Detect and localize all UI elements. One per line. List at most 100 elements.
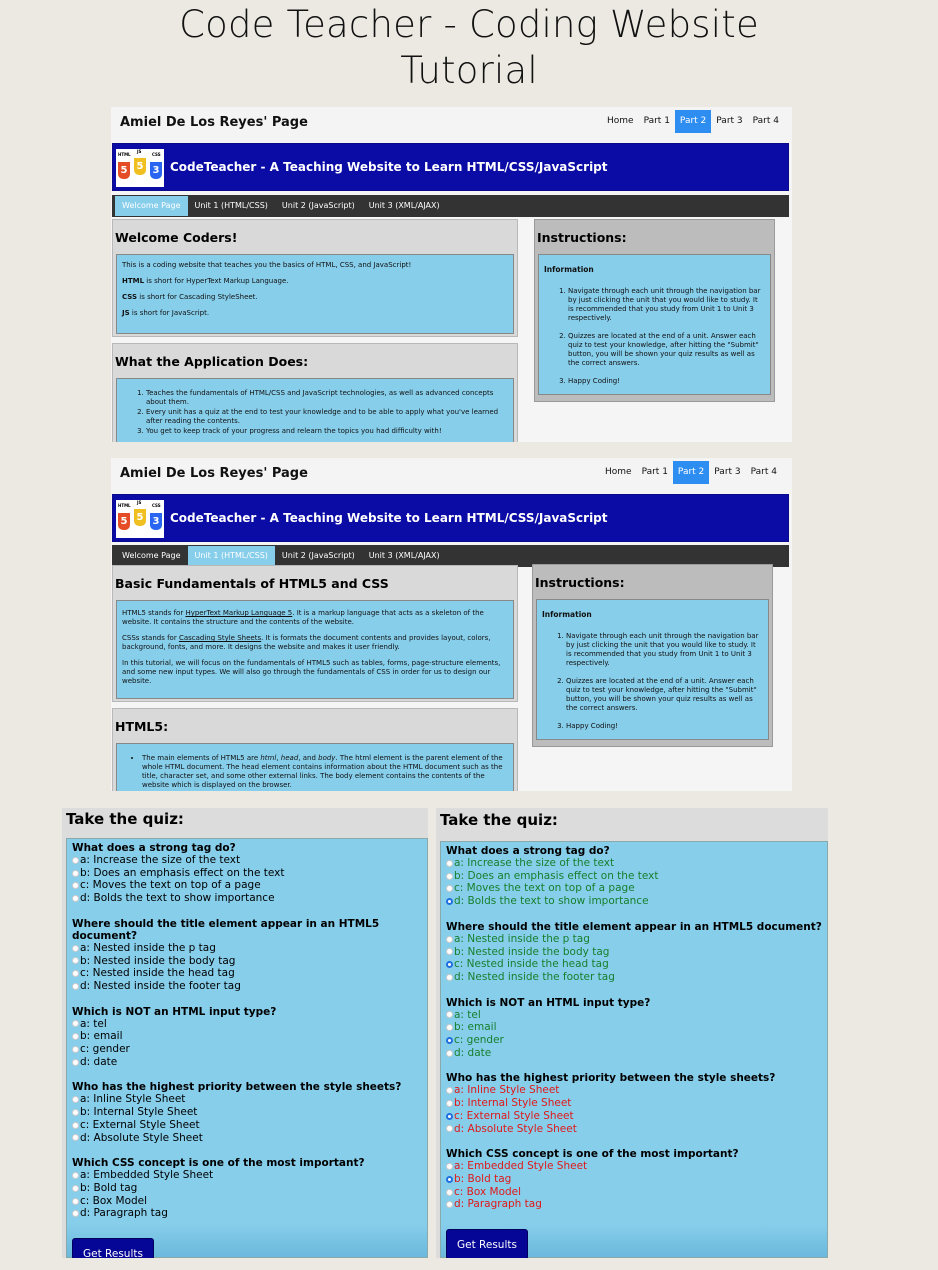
radio-button[interactable] bbox=[446, 897, 453, 905]
answer-option[interactable]: a: Increase the size of the text bbox=[72, 854, 422, 867]
radio-button[interactable] bbox=[446, 948, 453, 956]
tab-unit-2[interactable]: Unit 2 (JavaScript) bbox=[275, 546, 362, 566]
radio-button[interactable] bbox=[446, 859, 453, 867]
nav-part-2[interactable]: Part 2 bbox=[672, 461, 710, 484]
answer-option[interactable]: c: gender bbox=[446, 1034, 822, 1047]
nav-part-4[interactable]: Part 4 bbox=[746, 461, 782, 484]
radio-button[interactable] bbox=[446, 1112, 453, 1120]
radio-button[interactable] bbox=[72, 894, 79, 902]
answer-option[interactable]: b: Bold tag bbox=[446, 1173, 822, 1186]
radio-button[interactable] bbox=[446, 1188, 453, 1196]
radio-button[interactable] bbox=[72, 1058, 79, 1066]
radio-button[interactable] bbox=[446, 1099, 453, 1107]
answer-option[interactable]: c: Box Model bbox=[446, 1186, 822, 1199]
answer-option[interactable]: a: Inline Style Sheet bbox=[72, 1093, 422, 1106]
tab-welcome-page[interactable]: Welcome Page bbox=[115, 196, 188, 216]
radio-button[interactable] bbox=[72, 1184, 79, 1192]
nav-part-3[interactable]: Part 3 bbox=[709, 461, 745, 484]
radio-button[interactable] bbox=[446, 885, 453, 893]
radio-button[interactable] bbox=[72, 982, 79, 990]
answer-option[interactable]: a: tel bbox=[446, 1009, 822, 1022]
radio-button[interactable] bbox=[446, 1125, 453, 1133]
answer-option[interactable]: a: Increase the size of the text bbox=[446, 857, 822, 870]
radio-button[interactable] bbox=[72, 970, 79, 978]
tab-welcome-page[interactable]: Welcome Page bbox=[115, 546, 188, 566]
tab-unit-1[interactable]: Unit 1 (HTML/CSS) bbox=[187, 546, 275, 566]
radio-button[interactable] bbox=[72, 1033, 79, 1041]
radio-button[interactable] bbox=[446, 1036, 453, 1044]
answer-option[interactable]: a: Embedded Style Sheet bbox=[72, 1169, 422, 1182]
answer-option[interactable]: a: Nested inside the p tag bbox=[72, 942, 422, 955]
answer-option[interactable]: c: gender bbox=[72, 1043, 422, 1056]
radio-button[interactable] bbox=[72, 882, 79, 890]
radio-button[interactable] bbox=[446, 1175, 453, 1183]
answer-option[interactable]: d: Paragraph tag bbox=[72, 1207, 422, 1220]
radio-button[interactable] bbox=[446, 935, 453, 943]
answer-option[interactable]: a: Embedded Style Sheet bbox=[446, 1160, 822, 1173]
get-results-button[interactable]: Get Results bbox=[72, 1238, 154, 1258]
radio-button[interactable] bbox=[72, 869, 79, 877]
answer-option[interactable]: b: Bold tag bbox=[72, 1182, 422, 1195]
radio-button[interactable] bbox=[72, 1210, 79, 1218]
radio-button[interactable] bbox=[446, 1163, 453, 1171]
nav-part-2[interactable]: Part 2 bbox=[674, 110, 712, 133]
answer-option[interactable]: c: Nested inside the head tag bbox=[72, 967, 422, 980]
radio-button[interactable] bbox=[446, 1024, 453, 1032]
html5-link[interactable]: HyperText Markup Language 5 bbox=[185, 609, 292, 617]
answer-option[interactable]: c: Nested inside the head tag bbox=[446, 958, 822, 971]
answer-option[interactable]: d: Nested inside the footer tag bbox=[446, 971, 822, 984]
radio-button[interactable] bbox=[72, 944, 79, 952]
answer-option[interactable]: a: tel bbox=[72, 1018, 422, 1031]
radio-button[interactable] bbox=[72, 1096, 79, 1104]
radio-button[interactable] bbox=[72, 856, 79, 864]
radio-button[interactable] bbox=[446, 961, 453, 969]
radio-button[interactable] bbox=[446, 973, 453, 981]
nav-part-4[interactable]: Part 4 bbox=[748, 110, 784, 133]
radio-button[interactable] bbox=[446, 1049, 453, 1057]
answer-option[interactable]: d: date bbox=[446, 1047, 822, 1060]
css-link[interactable]: Cascading Style Sheets bbox=[179, 634, 261, 642]
nav-part-1[interactable]: Part 1 bbox=[639, 110, 675, 133]
answer-option[interactable]: c: External Style Sheet bbox=[446, 1110, 822, 1123]
answer-option[interactable]: b: Does an emphasis effect on the text bbox=[72, 867, 422, 880]
radio-button[interactable] bbox=[72, 1020, 79, 1028]
answer-option[interactable]: d: date bbox=[72, 1056, 422, 1069]
radio-button[interactable] bbox=[72, 1134, 79, 1142]
tab-unit-3[interactable]: Unit 3 (XML/AJAX) bbox=[362, 196, 447, 216]
answer-option[interactable]: b: email bbox=[446, 1021, 822, 1034]
answer-option[interactable]: b: Does an emphasis effect on the text bbox=[446, 870, 822, 883]
radio-button[interactable] bbox=[72, 1121, 79, 1129]
radio-button[interactable] bbox=[72, 1045, 79, 1053]
tab-unit-2[interactable]: Unit 2 (JavaScript) bbox=[275, 196, 362, 216]
answer-option[interactable]: d: Nested inside the footer tag bbox=[72, 980, 422, 993]
answer-option[interactable]: d: Bolds the text to show importance bbox=[72, 892, 422, 905]
nav-home[interactable]: Home bbox=[602, 110, 639, 133]
radio-button[interactable] bbox=[446, 1087, 453, 1095]
answer-option[interactable]: c: External Style Sheet bbox=[72, 1119, 422, 1132]
radio-button[interactable] bbox=[72, 1108, 79, 1116]
answer-option[interactable]: a: Inline Style Sheet bbox=[446, 1084, 822, 1097]
answer-option[interactable]: d: Absolute Style Sheet bbox=[72, 1132, 422, 1145]
answer-option[interactable]: b: Internal Style Sheet bbox=[446, 1097, 822, 1110]
answer-option[interactable]: c: Moves the text on top of a page bbox=[446, 882, 822, 895]
radio-button[interactable] bbox=[446, 872, 453, 880]
answer-option[interactable]: b: email bbox=[72, 1030, 422, 1043]
answer-option[interactable]: b: Nested inside the body tag bbox=[446, 946, 822, 959]
nav-home[interactable]: Home bbox=[600, 461, 637, 484]
answer-option[interactable]: c: Box Model bbox=[72, 1195, 422, 1208]
answer-option[interactable]: a: Nested inside the p tag bbox=[446, 933, 822, 946]
radio-button[interactable] bbox=[72, 1172, 79, 1180]
answer-option[interactable]: b: Nested inside the body tag bbox=[72, 955, 422, 968]
nav-part-3[interactable]: Part 3 bbox=[711, 110, 747, 133]
answer-option[interactable]: b: Internal Style Sheet bbox=[72, 1106, 422, 1119]
radio-button[interactable] bbox=[446, 1201, 453, 1209]
answer-option[interactable]: d: Bolds the text to show importance bbox=[446, 895, 822, 908]
tab-unit-1[interactable]: Unit 1 (HTML/CSS) bbox=[188, 196, 275, 216]
radio-button[interactable] bbox=[72, 957, 79, 965]
answer-option[interactable]: d: Absolute Style Sheet bbox=[446, 1123, 822, 1136]
radio-button[interactable] bbox=[446, 1011, 453, 1019]
radio-button[interactable] bbox=[72, 1197, 79, 1205]
answer-option[interactable]: c: Moves the text on top of a page bbox=[72, 879, 422, 892]
tab-unit-3[interactable]: Unit 3 (XML/AJAX) bbox=[362, 546, 447, 566]
answer-option[interactable]: d: Paragraph tag bbox=[446, 1198, 822, 1211]
